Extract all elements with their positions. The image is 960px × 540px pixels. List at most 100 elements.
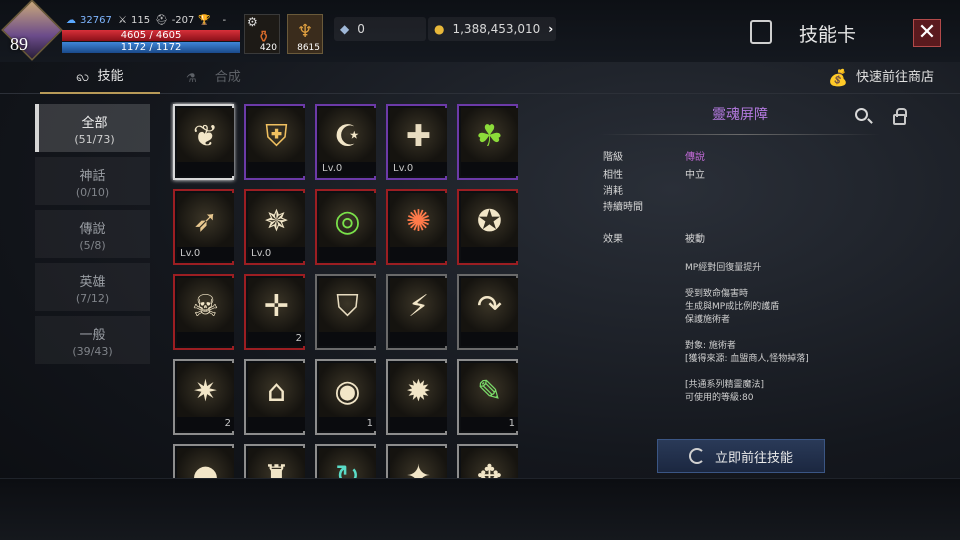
- skill-card-art: ●: [177, 448, 234, 478]
- skill-card-art: ✹: [390, 363, 447, 420]
- skill-card-art: ✵: [248, 193, 305, 250]
- skill-card[interactable]: ❦: [173, 104, 234, 180]
- skill-card[interactable]: ➶ Lv.0: [173, 189, 234, 265]
- skill-card-footer: [248, 417, 305, 431]
- skill-card[interactable]: ⛨: [244, 104, 305, 180]
- category-normal[interactable]: 一般 (39/43): [35, 316, 150, 364]
- skill-card[interactable]: ✎ 1: [457, 359, 518, 435]
- skill-card-art: ⚡: [390, 278, 447, 335]
- power-stat: ☁ 32767: [66, 15, 112, 26]
- lock-icon[interactable]: [893, 108, 907, 125]
- skill-card[interactable]: ✵ Lv.0: [244, 189, 305, 265]
- altar-icon: ⌂: [266, 373, 287, 409]
- rune-icon: ✥: [476, 458, 503, 478]
- skill-card-art: ✛: [248, 278, 305, 335]
- green-feather-icon: ✎: [476, 373, 503, 409]
- skill-card[interactable]: ☘: [457, 104, 518, 180]
- skill-card-footer: 1: [461, 417, 518, 431]
- description-line: [685, 275, 809, 288]
- close-button[interactable]: ✕: [913, 19, 941, 47]
- search-icon[interactable]: [855, 108, 868, 121]
- card-level: Lv.0: [251, 248, 272, 259]
- quick-shop-link[interactable]: 💰 快速前往商店: [828, 62, 934, 94]
- swirl-icon: [688, 448, 705, 464]
- category-mythic[interactable]: 神話 (0/10): [35, 157, 150, 205]
- lightning-icon: ⚡: [407, 288, 430, 324]
- skill-card[interactable]: ☪ Lv.0: [315, 104, 376, 180]
- heal-plus-icon: ✛: [263, 288, 290, 324]
- sparkle-icon: ✦: [405, 458, 432, 478]
- card-count: 2: [224, 418, 231, 429]
- skill-card[interactable]: ↷: [457, 274, 518, 350]
- close-icon: ✕: [917, 20, 937, 45]
- skill-card[interactable]: ✚ Lv.0: [386, 104, 447, 180]
- skull-target-icon: ☠: [192, 288, 219, 324]
- crest-shield-icon: ⛉: [336, 288, 359, 324]
- skill-card[interactable]: ●: [173, 444, 234, 478]
- chevron-right-icon[interactable]: ›: [548, 22, 553, 36]
- page-title: 技能卡: [798, 24, 856, 46]
- skill-card-art: ☪: [319, 108, 376, 165]
- flask-icon: ⚗: [186, 71, 197, 85]
- skill-card[interactable]: ✪: [457, 189, 518, 265]
- light-burst-icon: ✷: [192, 373, 219, 409]
- skill-card-art: ☠: [177, 278, 234, 335]
- skill-card-art: ◉: [319, 363, 376, 420]
- wings-icon: ❦: [192, 118, 219, 154]
- skill-card-footer: [390, 417, 447, 431]
- skill-card-art: ↻: [319, 448, 376, 478]
- skill-card-icon: [750, 20, 772, 44]
- card-count: 1: [366, 418, 373, 429]
- spiked-wheel-icon: ✹: [405, 373, 432, 409]
- tab-bar: ꩮ 技能 ⚗ 合成 💰 快速前往商店: [0, 62, 960, 94]
- green-beacon-icon: ◎: [334, 203, 361, 239]
- card-count: 2: [295, 333, 302, 344]
- evil-eye-icon: ◉: [334, 373, 361, 409]
- skill-card[interactable]: ☠: [173, 274, 234, 350]
- skill-card-footer: Lv.0: [390, 162, 447, 176]
- skill-card[interactable]: ✥: [457, 444, 518, 478]
- category-all[interactable]: 全部 (51/73): [35, 104, 150, 152]
- skill-card[interactable]: ◉ 1: [315, 359, 376, 435]
- card-level: Lv.0: [180, 248, 201, 259]
- skill-card[interactable]: ✹: [386, 359, 447, 435]
- skill-card-art: ☘: [461, 108, 518, 165]
- skill-card-art: ✥: [461, 448, 518, 478]
- skill-card[interactable]: ✷ 2: [173, 359, 234, 435]
- skill-card-art: ✪: [461, 193, 518, 250]
- tab-skills[interactable]: ꩮ 技能: [40, 62, 160, 94]
- category-legend[interactable]: 傳說 (5/8): [35, 210, 150, 258]
- description-line: 受到致命傷害時: [685, 289, 749, 299]
- skill-card-art: ✦: [390, 448, 447, 478]
- skill-card[interactable]: ⚡: [386, 274, 447, 350]
- gold-counter[interactable]: ● 1,388,453,010 ›: [428, 17, 556, 41]
- skill-card[interactable]: ♜: [244, 444, 305, 478]
- skill-card-footer: [319, 332, 376, 346]
- green-swirl-icon: ↻: [334, 458, 361, 478]
- gem-icon: ◆: [340, 22, 350, 36]
- description-line: 可使用的等級:80: [685, 393, 754, 403]
- curved-arrow-icon: ↷: [476, 288, 503, 324]
- skill-card[interactable]: ⛉: [315, 274, 376, 350]
- skill-card-art: ♜: [248, 448, 305, 478]
- skill-card[interactable]: ✺: [386, 189, 447, 265]
- bow-shield-icon: ➶: [192, 203, 219, 239]
- goto-skill-button[interactable]: 立即前往技能: [657, 439, 825, 473]
- skill-card-art: ◎: [319, 193, 376, 250]
- tab-compose[interactable]: ⚗ 合成: [186, 62, 241, 94]
- skill-card[interactable]: ✦: [386, 444, 447, 478]
- gem-counter: ◆ 0: [334, 17, 426, 41]
- potion-slot[interactable]: ⚙ ⚱ 420: [244, 14, 280, 54]
- card-level: Lv.0: [322, 163, 343, 174]
- skill-card-grid[interactable]: ❦ ⛨ ☪ Lv.0 ✚ Lv.0 ☘ ➶ Lv.0 ✵ Lv.0 ◎ ✺ ✪ ☠ ✛ 2 ⛉ ⚡ ↷ ✷ 2 ⌂ ◉ 1 ✹ ✎ 1…: [170, 102, 526, 478]
- skill-card-footer: 2: [177, 417, 234, 431]
- skill-card[interactable]: ⌂: [244, 359, 305, 435]
- description-line: 保護施術者: [685, 315, 731, 325]
- skill-card[interactable]: ↻: [315, 444, 376, 478]
- skill-card[interactable]: ◎: [315, 189, 376, 265]
- horn-slot[interactable]: ♆ 8615: [287, 14, 323, 54]
- trophy-icon: 🏆: [198, 15, 211, 26]
- skill-card[interactable]: ✛ 2: [244, 274, 305, 350]
- arrow-burst-icon: ✵: [263, 203, 290, 239]
- category-hero[interactable]: 英雄 (7/12): [35, 263, 150, 311]
